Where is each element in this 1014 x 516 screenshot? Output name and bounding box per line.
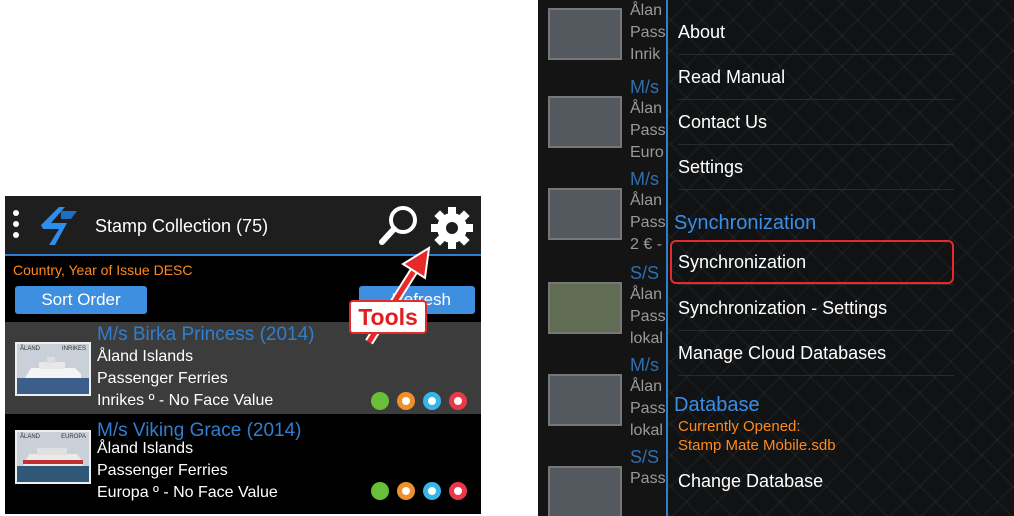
- stamp-title: M/s: [630, 355, 659, 375]
- stamp-title: M/s: [630, 169, 659, 189]
- menu-item-settings[interactable]: Settings: [678, 145, 954, 190]
- app-title: Stamp Collection (75): [95, 216, 269, 236]
- stamp-country: Åland Islands: [97, 348, 194, 365]
- highlight-box: [670, 240, 954, 284]
- stamp-line: Pass: [630, 214, 666, 231]
- menu-item-synchronization-settings[interactable]: Synchronization - Settings: [678, 286, 954, 331]
- stamp-line: Inrik: [630, 46, 661, 63]
- stamp-topic: Passenger Ferries: [97, 370, 228, 387]
- stamp-title: S/S: [630, 263, 660, 283]
- stamp-line: Pass: [630, 400, 666, 417]
- stamp-thumbnail: ÅLAND INRIKES: [15, 342, 91, 396]
- navigation-drawer-screen: Ålan Pass Inrik M/s Ålan Pass Euro M/s Å…: [538, 0, 1014, 516]
- section-header-database: Database: [674, 394, 760, 416]
- menu-item-manage-cloud-databases[interactable]: Manage Cloud Databases: [678, 331, 954, 376]
- stamp-title: S/S: [630, 447, 660, 467]
- list-item: S/S Ålan Pass lokal: [538, 262, 668, 354]
- stamp-line: 2 € -: [630, 236, 663, 253]
- stamp-thumbnail: [548, 466, 622, 516]
- stamp-thumbnail: [548, 282, 622, 334]
- status-dot-blue: [423, 482, 441, 500]
- stamp-thumbnail: [548, 188, 622, 240]
- list-item: M/s Ålan Pass lokal: [538, 354, 668, 446]
- search-icon[interactable]: [377, 203, 421, 247]
- stamp-line: Ålan: [630, 192, 663, 209]
- stamp-title: M/s: [630, 77, 659, 97]
- section-header-synchronization: Synchronization: [674, 212, 817, 234]
- stamp-thumbnail: [548, 374, 622, 426]
- stamp-title: M/s Birka Princess (2014): [97, 324, 315, 345]
- status-dot-red: [449, 392, 467, 410]
- sort-order-button[interactable]: Sort Order: [15, 286, 147, 314]
- gear-icon[interactable]: [429, 205, 475, 251]
- stamp-line: Pass: [630, 24, 666, 41]
- stamp-line: Ålan: [630, 2, 663, 19]
- status-dot-red: [449, 482, 467, 500]
- stamp-list-screen: Stamp Collection (75) Country, Year of I…: [5, 196, 481, 514]
- navigation-drawer: About Read Manual Contact Us Settings Sy…: [666, 0, 1014, 516]
- stamp-line: Ålan: [630, 100, 663, 117]
- stamp-line: Pass: [630, 308, 666, 325]
- status-indicators: [369, 482, 479, 502]
- stamp-line: lokal: [630, 330, 663, 347]
- kebab-menu-icon[interactable]: [13, 210, 21, 240]
- stamp-detail: Inrikes º - No Face Value: [97, 392, 274, 409]
- currently-opened-label: Currently Opened:: [678, 418, 801, 435]
- stamp-line: lokal: [630, 422, 663, 439]
- status-dot-blue: [423, 392, 441, 410]
- menu-item-change-database[interactable]: Change Database: [678, 459, 954, 503]
- currently-opened-file: Stamp Mate Mobile.sdb: [678, 437, 836, 454]
- stamp-detail: Europa º - No Face Value: [97, 484, 278, 501]
- stamp-country: Åland Islands: [97, 440, 194, 457]
- stamp-title: M/s Viking Grace (2014): [97, 420, 302, 441]
- status-dot-green: [371, 392, 389, 410]
- stamp-line: Pass: [630, 470, 666, 487]
- app-logo-icon: [41, 207, 77, 245]
- stamp-topic: Passenger Ferries: [97, 462, 228, 479]
- status-indicators: [369, 392, 479, 412]
- status-dot-orange: [397, 482, 415, 500]
- stamp-line: Ålan: [630, 378, 663, 395]
- stamp-line: Euro: [630, 144, 664, 161]
- background-stamp-list: Ålan Pass Inrik M/s Ålan Pass Euro M/s Å…: [538, 0, 668, 516]
- list-item: Ålan Pass Inrik: [538, 0, 668, 82]
- list-item: S/S Pass: [538, 446, 668, 516]
- stamp-thumbnail: [548, 8, 622, 60]
- sort-info-text: Country, Year of Issue DESC: [13, 262, 193, 278]
- status-dot-orange: [397, 392, 415, 410]
- tools-callout-label: Tools: [349, 300, 427, 334]
- list-item[interactable]: ÅLAND EUROPA M/s Viking Grace (2014) Åla…: [5, 418, 481, 510]
- menu-item-contact-us[interactable]: Contact Us: [678, 100, 954, 145]
- stamp-line: Pass: [630, 122, 666, 139]
- stamp-thumbnail: [548, 96, 622, 148]
- menu-item-about[interactable]: About: [678, 10, 954, 55]
- menu-item-read-manual[interactable]: Read Manual: [678, 55, 954, 100]
- stamp-thumbnail: ÅLAND EUROPA: [15, 430, 91, 484]
- list-item: M/s Ålan Pass 2 € -: [538, 168, 668, 260]
- callout-arrow-icon: [365, 246, 431, 345]
- list-item: M/s Ålan Pass Euro: [538, 76, 668, 168]
- stamp-line: Ålan: [630, 286, 663, 303]
- status-dot-green: [371, 482, 389, 500]
